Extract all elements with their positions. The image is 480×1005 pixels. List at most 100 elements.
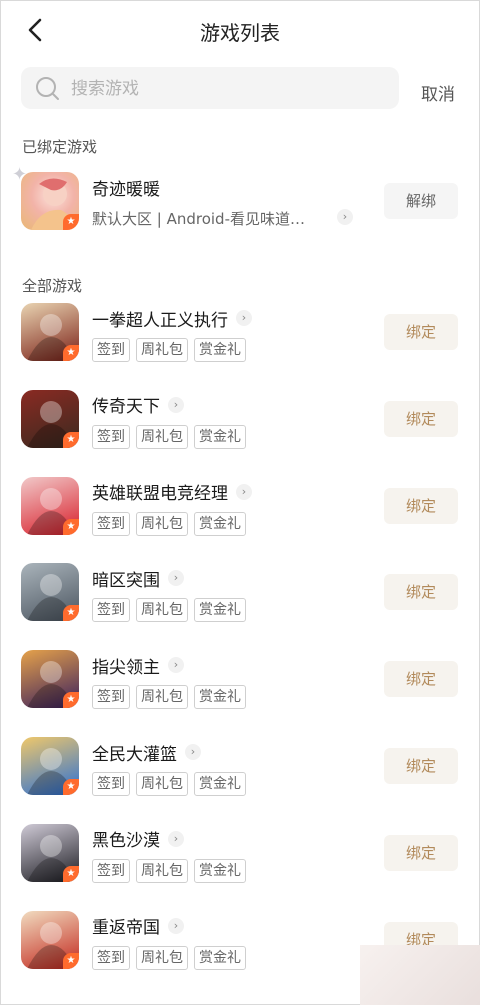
tag: 周礼包 bbox=[136, 858, 188, 883]
game-row[interactable]: ★ 一拳超人正义执行 › 签到 周礼包 赏金礼 绑定 bbox=[0, 303, 480, 389]
corner-overlay bbox=[360, 945, 480, 1005]
platform-badge-icon: ★ bbox=[63, 345, 79, 361]
game-name-row[interactable]: 奇迹暖暖 bbox=[92, 175, 160, 200]
tag: 周礼包 bbox=[136, 772, 188, 796]
game-icon[interactable]: ★ bbox=[21, 563, 79, 622]
game-row[interactable]: ★ 暗区突围 › 签到 周礼包 赏金礼 绑定 bbox=[0, 563, 480, 649]
game-tags: 签到 周礼包 赏金礼 bbox=[92, 858, 246, 883]
game-name: 重返帝国 bbox=[92, 918, 160, 939]
game-name-row[interactable]: 指尖领主 › bbox=[92, 653, 184, 678]
unbind-button[interactable]: 解绑 bbox=[384, 183, 458, 219]
chevron-right-icon: › bbox=[236, 483, 252, 500]
chevron-right-icon: › bbox=[168, 830, 184, 847]
bind-button[interactable]: 绑定 bbox=[384, 748, 458, 784]
chevron-right-icon: › bbox=[168, 657, 184, 674]
game-tags: 签到 周礼包 赏金礼 bbox=[92, 424, 246, 449]
game-icon[interactable]: ★ bbox=[21, 476, 79, 535]
game-row[interactable]: ★ 英雄联盟电竞经理 › 签到 周礼包 赏金礼 绑定 bbox=[0, 476, 480, 563]
game-name-row[interactable]: 暗区突围 › bbox=[92, 566, 184, 591]
game-icon[interactable]: ★ bbox=[21, 650, 79, 709]
game-name: 传奇天下 bbox=[92, 397, 160, 418]
tag: 赏金礼 bbox=[194, 338, 246, 362]
game-name-row[interactable]: 重返帝国 › bbox=[92, 914, 184, 938]
game-tags: 签到 周礼包 赏金礼 bbox=[92, 511, 246, 536]
game-row[interactable]: ★ 指尖领主 › 签到 周礼包 赏金礼 绑定 bbox=[0, 650, 480, 736]
game-icon[interactable]: ★ bbox=[21, 910, 79, 969]
platform-badge-icon: ★ bbox=[63, 431, 79, 448]
tag: 签到 bbox=[92, 424, 130, 449]
cancel-button[interactable]: 取消 bbox=[421, 80, 455, 105]
bind-button[interactable]: 绑定 bbox=[384, 834, 458, 871]
game-name: 黑色沙漠 bbox=[92, 831, 160, 852]
page-title: 游戏列表 bbox=[200, 21, 280, 45]
game-name: 一拳超人正义执行 bbox=[92, 310, 228, 331]
tag: 签到 bbox=[92, 511, 130, 536]
game-row[interactable]: ★ 传奇天下 › 签到 周礼包 赏金礼 绑定 bbox=[0, 389, 480, 476]
chevron-right-icon: › bbox=[168, 917, 184, 934]
search-input[interactable] bbox=[69, 67, 393, 111]
platform-badge-icon: ★ bbox=[63, 692, 79, 709]
game-name-row[interactable]: 英雄联盟电竞经理 › bbox=[92, 480, 252, 504]
tag: 周礼包 bbox=[136, 511, 188, 536]
tag: 周礼包 bbox=[136, 598, 188, 623]
tag: 赏金礼 bbox=[194, 945, 246, 970]
tag: 周礼包 bbox=[136, 685, 188, 710]
game-name-row[interactable]: 全民大灌篮 › bbox=[92, 740, 201, 765]
platform-badge-icon: ★ bbox=[63, 865, 79, 882]
bind-button[interactable]: 绑定 bbox=[384, 400, 458, 437]
bound-game-row[interactable]: ★ ✦ 奇迹暖暖 默认大区 | Android-看见味道… › 解绑 bbox=[0, 164, 480, 258]
search-bar[interactable] bbox=[21, 67, 399, 111]
tag: 签到 bbox=[92, 772, 130, 796]
tag: 赏金礼 bbox=[194, 424, 246, 449]
game-tags: 签到 周礼包 赏金礼 bbox=[92, 945, 246, 970]
favorite-star-icon: ✦ bbox=[12, 164, 28, 185]
tag: 赏金礼 bbox=[194, 511, 246, 536]
tag: 周礼包 bbox=[136, 945, 188, 970]
all-section-title: 全部游戏 bbox=[22, 277, 83, 295]
tag: 周礼包 bbox=[136, 338, 188, 362]
game-name-row[interactable]: 传奇天下 › bbox=[92, 393, 184, 417]
game-icon[interactable]: ★ bbox=[21, 389, 79, 448]
game-icon-qiji-nuannuan[interactable]: ★ bbox=[21, 172, 79, 230]
chevron-right-icon: › bbox=[168, 570, 184, 587]
game-tags: 签到 周礼包 赏金礼 bbox=[92, 598, 246, 623]
game-name: 全民大灌篮 bbox=[92, 744, 177, 765]
game-tags: 签到 周礼包 赏金礼 bbox=[92, 685, 246, 710]
header: 游戏列表 bbox=[0, 0, 480, 62]
tag: 赏金礼 bbox=[194, 685, 246, 710]
chevron-right-icon: › bbox=[168, 396, 184, 413]
bound-section-title: 已绑定游戏 bbox=[22, 138, 98, 156]
platform-badge-icon: ★ bbox=[63, 952, 79, 969]
chevron-right-icon: › bbox=[236, 310, 252, 326]
tag: 签到 bbox=[92, 338, 130, 362]
game-name-row[interactable]: 一拳超人正义执行 › bbox=[92, 306, 252, 331]
tag: 赏金礼 bbox=[194, 772, 246, 796]
bind-button[interactable]: 绑定 bbox=[384, 574, 458, 611]
game-icon[interactable]: ★ bbox=[21, 303, 79, 361]
platform-badge-icon: ★ bbox=[63, 518, 79, 535]
game-name: 指尖领主 bbox=[92, 657, 160, 678]
game-row[interactable]: ★ 黑色沙漠 › 签到 周礼包 赏金礼 绑定 bbox=[0, 823, 480, 910]
tag: 赏金礼 bbox=[194, 858, 246, 883]
chevron-right-icon: › bbox=[185, 744, 201, 760]
game-row[interactable]: ★ 全民大灌篮 › 签到 周礼包 赏金礼 绑定 bbox=[0, 737, 480, 823]
game-icon[interactable]: ★ bbox=[21, 737, 79, 795]
bind-button[interactable]: 绑定 bbox=[384, 314, 458, 350]
game-tags: 签到 周礼包 赏金礼 bbox=[92, 772, 246, 796]
game-name-row[interactable]: 黑色沙漠 › bbox=[92, 827, 184, 851]
platform-badge-icon: ★ bbox=[63, 214, 79, 230]
tag: 周礼包 bbox=[136, 424, 188, 449]
tag: 签到 bbox=[92, 858, 130, 883]
bind-button[interactable]: 绑定 bbox=[384, 487, 458, 524]
game-server-info: 默认大区 | Android-看见味道… bbox=[92, 210, 305, 228]
bind-button[interactable]: 绑定 bbox=[384, 661, 458, 698]
game-icon[interactable]: ★ bbox=[21, 823, 79, 882]
platform-badge-icon: ★ bbox=[63, 779, 79, 795]
chevron-right-icon[interactable]: › bbox=[337, 209, 353, 225]
tag: 签到 bbox=[92, 945, 130, 970]
game-tags: 签到 周礼包 赏金礼 bbox=[92, 338, 246, 362]
tag: 签到 bbox=[92, 598, 130, 623]
tag: 签到 bbox=[92, 685, 130, 710]
search-icon bbox=[36, 77, 59, 100]
game-name: 英雄联盟电竞经理 bbox=[92, 484, 228, 505]
